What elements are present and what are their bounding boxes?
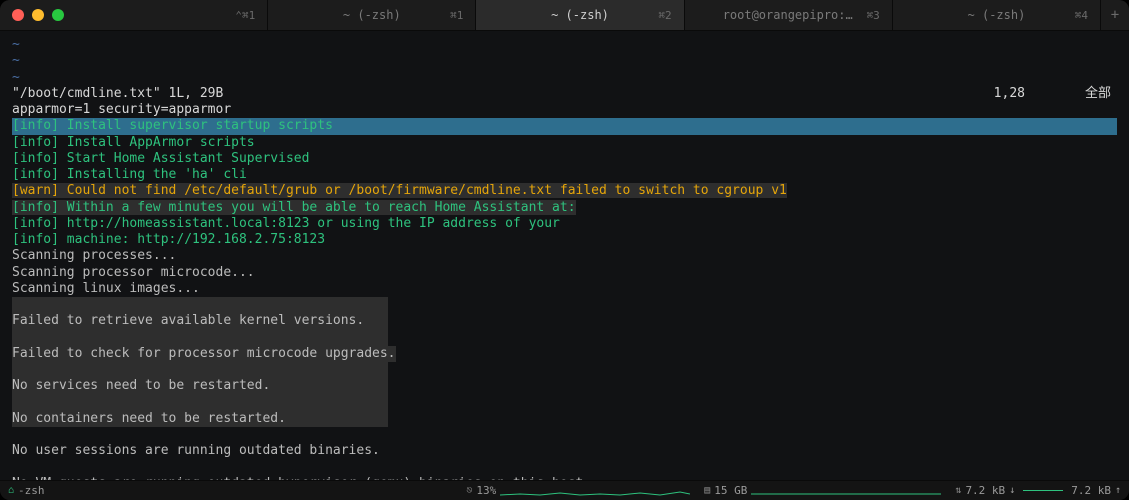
info-line: [info] machine: http://192.168.2.75:8123 [12, 232, 1117, 248]
scan-line: Scanning linux images... [12, 281, 1117, 297]
net-up-value: 7.2 kB [1071, 484, 1111, 497]
tab-4[interactable]: root@orangepipro: ~/Downloads (ssh) ⌘3 [685, 0, 893, 30]
tab-hotkey: ⌘4 [1075, 9, 1088, 22]
no-containers-line: No containers need to be restarted. [12, 411, 388, 427]
down-arrow-icon: ↓ [1009, 485, 1015, 496]
blank-line [12, 362, 388, 378]
tab-5[interactable]: ~ (-zsh) ⌘4 [893, 0, 1101, 30]
network-icon: ⇅ [955, 485, 961, 496]
warn-line: [warn] Could not find /etc/default/grub … [12, 183, 1117, 199]
tab-bar: ⌃⌘1 ~ (-zsh) ⌘1 ~ (-zsh) ⌘2 root@orangep… [0, 0, 1129, 30]
cpu-sparkline [500, 485, 690, 497]
up-arrow-icon: ↑ [1115, 485, 1121, 496]
fail-line: Failed to retrieve available kernel vers… [12, 313, 388, 329]
traffic-lights [0, 9, 64, 21]
tab-title: root@orangepipro: ~/Downloads (ssh) [723, 8, 854, 22]
scan-line: Scanning processes... [12, 248, 1117, 264]
no-user-sessions-line: No user sessions are running outdated bi… [12, 443, 1117, 459]
tab-title: ~ (-zsh) [551, 8, 609, 22]
tilde-line: ~ [12, 53, 1117, 69]
tab-2[interactable]: ~ (-zsh) ⌘1 [268, 0, 476, 30]
terminal-output[interactable]: ~ ~ ~ "/boot/cmdline.txt" 1L, 29B 1,28 全… [0, 31, 1129, 480]
tab-hotkey: ⌘3 [867, 9, 880, 22]
fail-line: Failed to check for processor microcode … [12, 346, 396, 362]
info-line: [info] Start Home Assistant Supervised [12, 151, 1117, 167]
blank-line [12, 395, 388, 411]
status-network: ⇅ 7.2 kB ↓ 7.2 kB ↑ [955, 484, 1121, 497]
cpu-icon: ⎋ [466, 485, 472, 496]
tilde-line: ~ [12, 70, 1117, 86]
memory-sparkline [751, 485, 941, 497]
status-process: ⌂ -zsh [8, 484, 45, 497]
tab-title: ~ (-zsh) [968, 8, 1026, 22]
process-icon: ⌂ [8, 485, 14, 496]
blank-line [12, 297, 388, 313]
tilde-line: ~ [12, 37, 1117, 53]
tab-title: ~ (-zsh) [343, 8, 401, 22]
vim-file-status: "/boot/cmdline.txt" 1L, 29B 1,28 全部 [12, 86, 1117, 102]
cursor-position: 1,28 [994, 86, 1025, 102]
tab-hotkey: ⌃⌘1 [235, 9, 255, 22]
status-bar: ⌂ -zsh ⎋ 13% ▤ 15 GB ⇅ 7.2 kB ↓ [0, 480, 1129, 500]
plus-icon: + [1111, 7, 1119, 23]
cpu-value: 13% [476, 484, 496, 497]
net-down-value: 7.2 kB [965, 484, 1005, 497]
status-memory: ▤ 15 GB [704, 484, 941, 497]
selection-block: Failed to retrieve available kernel vers… [12, 297, 396, 427]
tab-hotkey: ⌘1 [450, 9, 463, 22]
titlebar: ⌃⌘1 ~ (-zsh) ⌘1 ~ (-zsh) ⌘2 root@orangep… [0, 0, 1129, 31]
view-mode: 全部 [1085, 86, 1111, 102]
info-line: [info] Install AppArmor scripts [12, 135, 1117, 151]
blank-line [12, 460, 1117, 476]
maximize-button[interactable] [52, 9, 64, 21]
close-button[interactable] [12, 9, 24, 21]
status-cpu: ⎋ 13% [466, 484, 690, 497]
new-tab-button[interactable]: + [1101, 0, 1129, 30]
file-status-left: "/boot/cmdline.txt" 1L, 29B [12, 86, 223, 102]
info-line: [info] Installing the 'ha' cli [12, 167, 1117, 183]
info-line-highlighted: [info] Install supervisor startup script… [12, 118, 1117, 134]
blank-line [12, 330, 388, 346]
memory-icon: ▤ [704, 485, 710, 496]
info-line: [info] Within a few minutes you will be … [12, 200, 1117, 216]
info-line: [info] http://homeassistant.local:8123 o… [12, 216, 1117, 232]
tab-hotkey: ⌘2 [658, 9, 671, 22]
tab-3-active[interactable]: ~ (-zsh) ⌘2 [476, 0, 684, 30]
minimize-button[interactable] [32, 9, 44, 21]
memory-value: 15 GB [714, 484, 747, 497]
process-name: -zsh [18, 484, 45, 497]
no-services-line: No services need to be restarted. [12, 378, 388, 394]
apparmor-line: apparmor=1 security=apparmor [12, 102, 1117, 118]
scan-line: Scanning processor microcode... [12, 265, 1117, 281]
blank-line [12, 427, 1117, 443]
